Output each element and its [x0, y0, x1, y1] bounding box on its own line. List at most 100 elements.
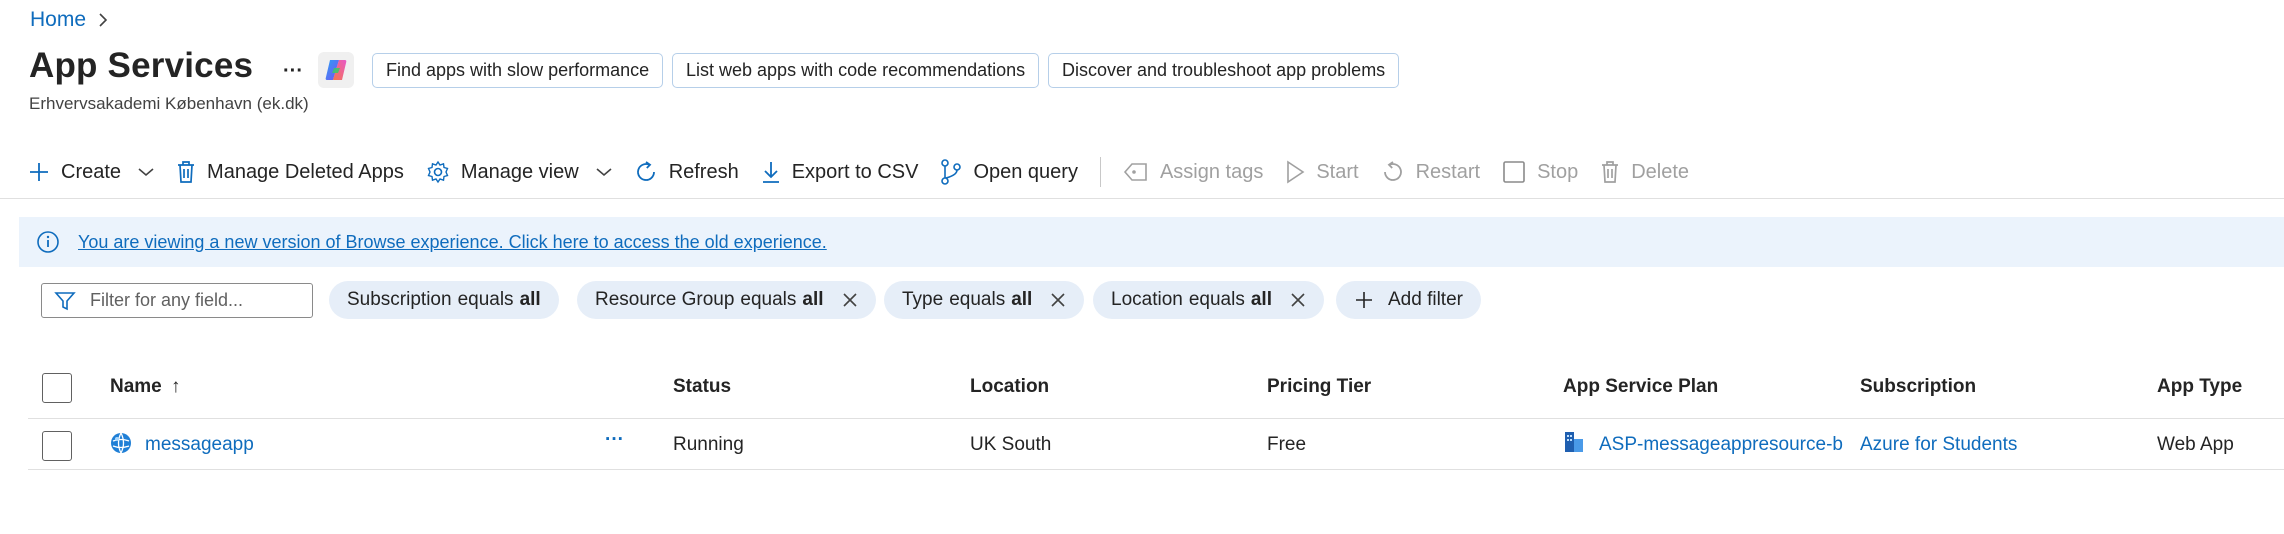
- restart-label: Restart: [1415, 160, 1481, 183]
- assign-tags-button[interactable]: Assign tags: [1123, 154, 1263, 190]
- refresh-label: Refresh: [668, 160, 739, 183]
- filter-input[interactable]: [90, 290, 290, 311]
- row-more-actions-icon[interactable]: ···: [605, 429, 624, 451]
- stop-icon: [1502, 160, 1526, 184]
- plus-icon: [1354, 290, 1374, 310]
- trash-icon: [1600, 160, 1620, 184]
- select-all-checkbox[interactable]: [42, 373, 72, 403]
- manage-view-button[interactable]: Manage view: [426, 154, 612, 190]
- chevron-right-icon: [98, 12, 108, 28]
- command-bar: Create Manage Deleted Apps Manage view R…: [28, 154, 1689, 190]
- cell-location: UK South: [970, 434, 1052, 455]
- stop-label: Stop: [1537, 160, 1579, 183]
- delete-button[interactable]: Delete: [1600, 154, 1689, 190]
- subscription-link[interactable]: Azure for Students: [1860, 434, 2017, 456]
- chip-value: all: [519, 289, 541, 310]
- export-csv-button[interactable]: Export to CSV: [761, 154, 919, 190]
- chip-operator: equals: [457, 289, 514, 310]
- app-service-plan-icon: [1563, 430, 1585, 454]
- chip-field: Subscription: [347, 289, 452, 310]
- filter-input-box[interactable]: [41, 283, 313, 318]
- header-divider: [28, 418, 2284, 419]
- delete-label: Delete: [1631, 160, 1690, 183]
- old-experience-link[interactable]: You are viewing a new version of Browse …: [78, 232, 827, 253]
- chip-value: all: [802, 289, 824, 310]
- cell-pricing-tier: Free: [1267, 434, 1307, 455]
- start-button[interactable]: Start: [1285, 154, 1359, 190]
- add-filter-label: Add filter: [1388, 289, 1463, 310]
- toolbar-divider: [1099, 157, 1101, 187]
- download-icon: [761, 160, 781, 184]
- assign-tags-label: Assign tags: [1159, 160, 1264, 183]
- web-app-icon: [110, 432, 132, 454]
- create-button[interactable]: Create: [28, 154, 154, 190]
- export-csv-label: Export to CSV: [791, 160, 919, 183]
- manage-deleted-apps-label: Manage Deleted Apps: [207, 160, 404, 183]
- chip-field: Resource Group: [595, 289, 735, 310]
- chevron-down-icon: [596, 167, 612, 177]
- page-subtitle: Erhvervsakademi København (ek.dk): [29, 94, 309, 113]
- tag-icon: [1123, 162, 1149, 182]
- chip-operator: equals: [740, 289, 797, 310]
- chevron-down-icon: [138, 167, 154, 177]
- filter-chip-subscription[interactable]: Subscription equals all: [329, 281, 559, 319]
- more-actions-button[interactable]: ···: [278, 56, 308, 86]
- breadcrumb-home-link[interactable]: Home: [30, 8, 86, 32]
- add-filter-button[interactable]: Add filter: [1336, 281, 1481, 319]
- refresh-icon: [634, 160, 658, 184]
- restart-button[interactable]: Restart: [1381, 154, 1480, 190]
- start-label: Start: [1316, 160, 1359, 183]
- restart-icon: [1381, 160, 1405, 184]
- plus-icon: [28, 161, 50, 183]
- suggestion-slow-performance[interactable]: Find apps with slow performance: [372, 53, 664, 88]
- sort-ascending-icon: ↑: [171, 376, 181, 397]
- refresh-button[interactable]: Refresh: [634, 154, 739, 190]
- info-banner: You are viewing a new version of Browse …: [19, 217, 2284, 267]
- copilot-button[interactable]: [318, 52, 354, 88]
- open-query-label: Open query: [973, 160, 1078, 183]
- column-header-name[interactable]: Name ↑: [110, 376, 181, 398]
- filter-chip-location[interactable]: Location equals all: [1093, 281, 1324, 319]
- row-checkbox[interactable]: [42, 431, 72, 461]
- copilot-icon: [323, 57, 349, 83]
- info-icon: [36, 230, 60, 254]
- column-header-app-type[interactable]: App Type: [2157, 376, 2242, 398]
- play-icon: [1285, 160, 1305, 184]
- manage-view-label: Manage view: [460, 160, 579, 183]
- column-header-pricing-tier[interactable]: Pricing Tier: [1267, 376, 1371, 398]
- app-service-plan-link[interactable]: ASP-messageappresource-b: [1599, 434, 1843, 456]
- create-label: Create: [61, 160, 122, 183]
- more-icon: ···: [283, 59, 303, 82]
- manage-deleted-apps-button[interactable]: Manage Deleted Apps: [176, 154, 404, 190]
- chip-operator: equals: [949, 289, 1006, 310]
- chip-value: all: [1250, 289, 1272, 310]
- column-header-subscription[interactable]: Subscription: [1860, 376, 1976, 398]
- app-name-link[interactable]: messageapp: [145, 434, 254, 456]
- page-title: App Services: [29, 46, 254, 85]
- breadcrumb: Home: [30, 6, 108, 34]
- gear-icon: [426, 160, 450, 184]
- filter-chip-type[interactable]: Type equals all: [884, 281, 1085, 319]
- close-icon[interactable]: [1050, 292, 1066, 308]
- close-icon[interactable]: [842, 292, 858, 308]
- query-icon: [940, 159, 962, 185]
- chip-operator: equals: [1188, 289, 1245, 310]
- cell-app-type: Web App: [2157, 434, 2234, 455]
- toolbar-divider-line: [0, 198, 2284, 199]
- column-header-location[interactable]: Location: [970, 376, 1049, 398]
- cell-status: Running: [673, 434, 744, 455]
- filter-chip-resource-group[interactable]: Resource Group equals all: [577, 281, 876, 319]
- row-divider: [28, 469, 2284, 470]
- open-query-button[interactable]: Open query: [940, 154, 1078, 190]
- close-icon[interactable]: [1290, 292, 1306, 308]
- chip-value: all: [1011, 289, 1033, 310]
- trash-icon: [176, 160, 196, 184]
- suggestion-code-recommendations[interactable]: List web apps with code recommendations: [672, 53, 1040, 88]
- column-header-status[interactable]: Status: [673, 376, 731, 398]
- stop-button[interactable]: Stop: [1502, 154, 1578, 190]
- suggestion-troubleshoot[interactable]: Discover and troubleshoot app problems: [1048, 53, 1400, 88]
- filter-icon: [54, 290, 76, 312]
- chip-field: Type: [902, 289, 944, 310]
- column-header-app-service-plan[interactable]: App Service Plan: [1563, 376, 1718, 398]
- chip-field: Location: [1111, 289, 1183, 310]
